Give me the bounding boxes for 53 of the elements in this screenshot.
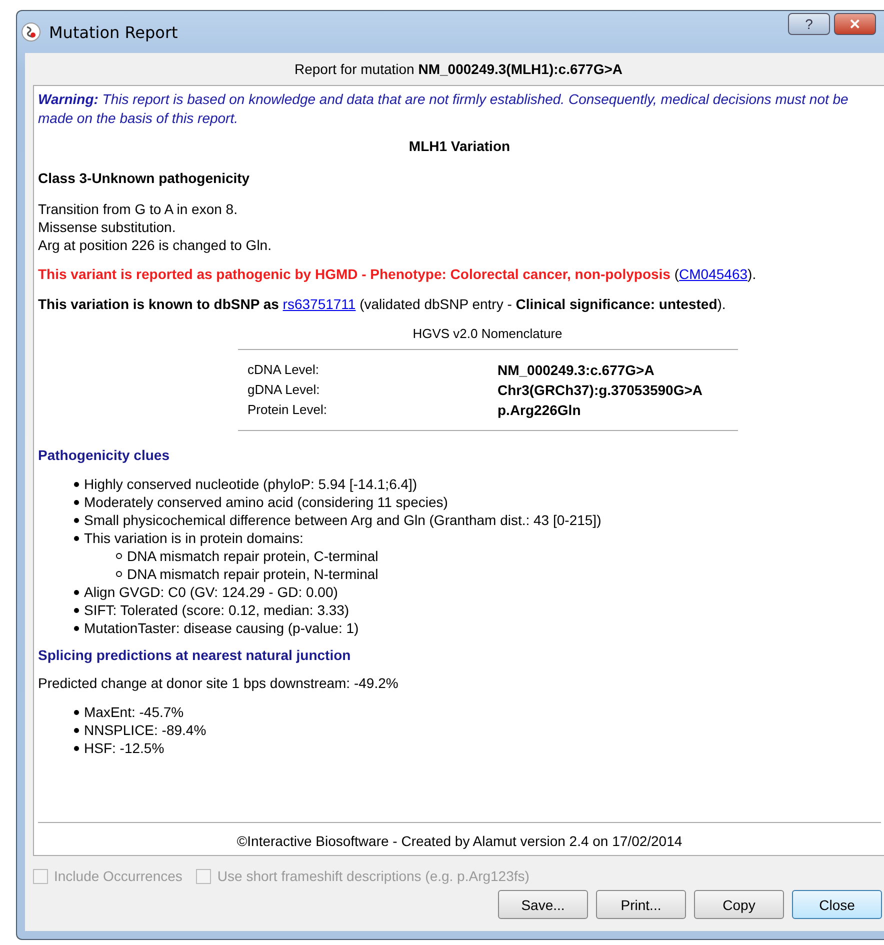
bullet-icon [74,626,79,630]
app-icon [21,22,41,42]
section-title: Splicing predictions at nearest natural junction [38,647,352,663]
splicing-score: MaxEnt: -45.7% [84,703,184,721]
clue-text: Align GVGD: C0 (GV: 124.29 - GD: 0.00) [84,583,338,601]
bullet-icon [74,710,79,714]
splicing-score: NNSPLICE: -89.4% [84,721,206,739]
class-title: Class 3-Unknown pathogenicity [38,170,251,186]
bullet-icon [74,608,79,612]
bullet-icon [74,746,79,750]
bullet-icon [116,571,122,577]
bullet-icon [74,518,79,522]
description-line: Missense substitution. [38,218,177,236]
nomenclature-label: gDNA Level: [248,381,321,399]
splicing-score: HSF: -12.5% [84,739,164,757]
nomenclature-value: p.Arg226Gln [498,401,581,420]
warning-text: Warning: This report is based on knowledge and data that are not firmly established. Consequently, medical decisions must not be made on the basis of this report. [38,90,850,128]
bullet-icon [74,482,79,486]
clue-text: SIFT: Tolerated (score: 0.12, median: 3.33) [84,601,350,619]
nomenclature-label: cDNA Level: [248,361,320,379]
help-button[interactable]: ? [788,13,830,35]
dbsnp-sentence: This variation is known to dbSNP as rs63751711 (validated dbSNP entry - Clinical significance: untested). [38,296,727,312]
dialog-button[interactable]: Copy [694,890,784,919]
clue-text: Moderately conserved amino acid (considering 11 species) [84,493,448,511]
dialog-button[interactable]: Print... [596,890,686,919]
nomenclature-title: HGVS v2.0 Nomenclature [238,326,738,350]
dbsnp-link[interactable]: rs63751711 [282,296,356,312]
hgmd-link[interactable]: CM045463 [679,266,748,282]
footer-text: ©Interactive Biosoftware - Created by Alamut version 2.4 on 17/02/2014 [38,822,881,849]
nomenclature-value: Chr3(GRCh37):g.37053590G>A [498,381,703,400]
description-line: Arg at position 226 is changed to Gln. [38,236,272,254]
clue-text: Highly conserved nucleotide (phyloP: 5.94 [-14.1;6.4]) [84,475,418,493]
description-line: Transition from G to A in exon 8. [38,200,238,218]
window-title: Mutation Report [49,22,178,42]
dialog-button[interactable]: Save... [498,890,588,919]
dialog-button[interactable]: Close [792,890,882,919]
clue-text: Small physicochemical difference between Arg and Gln (Grantham dist.: 43 [0-215]) [84,511,602,529]
domain-text: DNA mismatch repair protein, N-terminal [127,565,378,583]
hgmd-sentence: This variant is reported as pathogenic by HGMD - Phenotype: Colorectal cancer, non-polyposis (CM045463). [38,266,758,282]
splicing-summary: Predicted change at donor site 1 bps downstream: -49.2% [38,675,400,691]
nomenclature-value: NM_000249.3:c.677G>A [498,361,654,380]
section-title: MLH1 Variation [408,138,512,154]
bullet-icon [116,553,122,559]
domain-text: DNA mismatch repair protein, C-terminal [127,547,378,565]
clue-text: MutationTaster: disease causing (p-value: 1) [84,619,359,637]
clue-text: This variation is in protein domains: [84,529,304,547]
bullet-icon [74,728,79,732]
section-title: Pathogenicity clues [38,447,170,463]
bullet-icon [74,536,79,540]
bullet-icon [74,500,79,504]
nomenclature-label: Protein Level: [248,401,328,419]
report-heading: Report for mutation NM_000249.3(MLH1):c.677G>A [294,61,624,79]
bullet-icon [74,590,79,594]
